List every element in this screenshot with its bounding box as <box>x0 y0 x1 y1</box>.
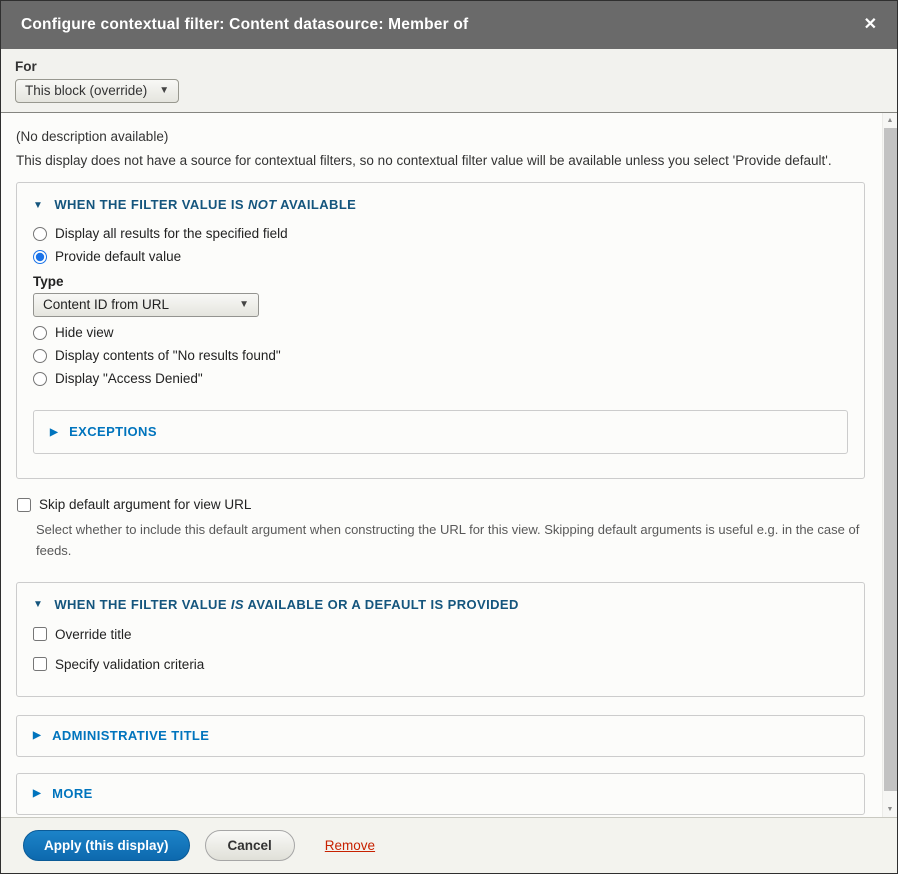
for-section: For This block (override) ▼ <box>1 49 897 113</box>
fieldset-administrative-title: ▶ ADMINISTRATIVE TITLE <box>16 715 865 757</box>
display-source-note: This display does not have a source for … <box>16 153 865 168</box>
cancel-button[interactable]: Cancel <box>205 830 295 861</box>
legend-text-prefix: WHEN THE FILTER VALUE IS <box>54 197 248 212</box>
radio-row-no-results: Display contents of "No results found" <box>33 348 848 363</box>
scrollbar[interactable]: ▲ ▼ <box>882 113 897 817</box>
legend-text: EXCEPTIONS <box>69 424 157 439</box>
legend-text: WHEN THE FILTER VALUE IS AVAILABLE OR A … <box>54 597 518 612</box>
radio-label[interactable]: Display "Access Denied" <box>55 371 203 386</box>
contextual-filter-dialog: Configure contextual filter: Content dat… <box>0 0 898 874</box>
checkbox-specify-validation[interactable] <box>33 657 47 671</box>
radio-row-provide-default: Provide default value <box>33 249 848 264</box>
checkbox-row-skip-default: Skip default argument for view URL <box>17 497 865 512</box>
radio-display-all-results[interactable] <box>33 227 47 241</box>
fieldset-administrative-title-legend[interactable]: ▶ ADMINISTRATIVE TITLE <box>33 728 848 743</box>
dialog-titlebar: Configure contextual filter: Content dat… <box>1 1 897 49</box>
radio-label[interactable]: Display contents of "No results found" <box>55 348 281 363</box>
checkbox-row-validation: Specify validation criteria <box>33 657 848 672</box>
close-icon[interactable]: ✕ <box>864 17 877 33</box>
dialog-footer: Apply (this display) Cancel Remove <box>1 817 897 873</box>
scroll-down-icon[interactable]: ▼ <box>883 802 897 817</box>
checkbox-override-title[interactable] <box>33 627 47 641</box>
chevron-collapsed-icon: ▶ <box>33 731 41 741</box>
scroll-up-icon[interactable]: ▲ <box>883 113 897 128</box>
fieldset-more-legend[interactable]: ▶ MORE <box>33 786 848 801</box>
type-select-value: Content ID from URL <box>43 297 169 312</box>
type-label: Type <box>33 274 848 289</box>
radio-row-display-all: Display all results for the specified fi… <box>33 226 848 241</box>
fieldset-exceptions: ▶ EXCEPTIONS <box>33 410 848 454</box>
fieldset-more: ▶ MORE <box>16 773 865 815</box>
dialog-body: (No description available) This display … <box>1 113 897 817</box>
apply-button[interactable]: Apply (this display) <box>23 830 190 861</box>
fieldset-available: ▼ WHEN THE FILTER VALUE IS AVAILABLE OR … <box>16 582 865 697</box>
fieldset-exceptions-legend[interactable]: ▶ EXCEPTIONS <box>50 424 831 439</box>
remove-link[interactable]: Remove <box>325 838 375 853</box>
checkbox-label[interactable]: Specify validation criteria <box>55 657 204 672</box>
legend-text: WHEN THE FILTER VALUE IS NOT AVAILABLE <box>54 197 356 212</box>
legend-text-suffix: AVAILABLE OR A DEFAULT IS PROVIDED <box>244 597 519 612</box>
chevron-collapsed-icon: ▶ <box>50 428 58 438</box>
for-select-value: This block (override) <box>25 83 147 98</box>
radio-no-results[interactable] <box>33 349 47 363</box>
for-label: For <box>15 59 877 74</box>
chevron-down-icon: ▼ <box>239 299 249 310</box>
radio-row-hide-view: Hide view <box>33 325 848 340</box>
chevron-collapsed-icon: ▶ <box>33 789 41 799</box>
skip-default-description: Select whether to include this default a… <box>36 519 865 562</box>
dialog-title: Configure contextual filter: Content dat… <box>21 16 468 34</box>
legend-text-suffix: AVAILABLE <box>277 197 357 212</box>
scrollbar-thumb[interactable] <box>884 128 897 791</box>
legend-text: MORE <box>52 786 93 801</box>
radio-row-access-denied: Display "Access Denied" <box>33 371 848 386</box>
chevron-expanded-icon: ▼ <box>33 600 43 610</box>
radio-label[interactable]: Provide default value <box>55 249 181 264</box>
legend-text: ADMINISTRATIVE TITLE <box>52 728 209 743</box>
radio-label[interactable]: Hide view <box>55 325 114 340</box>
radio-hide-view[interactable] <box>33 326 47 340</box>
checkbox-skip-default[interactable] <box>17 498 31 512</box>
checkbox-label[interactable]: Override title <box>55 627 132 642</box>
chevron-expanded-icon: ▼ <box>33 201 43 211</box>
radio-provide-default[interactable] <box>33 250 47 264</box>
legend-text-prefix: WHEN THE FILTER VALUE <box>54 597 231 612</box>
checkbox-row-override-title: Override title <box>33 627 848 642</box>
dialog-body-content: (No description available) This display … <box>1 113 897 815</box>
chevron-down-icon: ▼ <box>159 85 169 96</box>
legend-text-italic: IS <box>231 597 244 612</box>
skip-default-block: Skip default argument for view URL Selec… <box>17 497 865 562</box>
fieldset-not-available-legend[interactable]: ▼ WHEN THE FILTER VALUE IS NOT AVAILABLE <box>33 197 848 212</box>
fieldset-not-available: ▼ WHEN THE FILTER VALUE IS NOT AVAILABLE… <box>16 182 865 479</box>
radio-label[interactable]: Display all results for the specified fi… <box>55 226 288 241</box>
radio-access-denied[interactable] <box>33 372 47 386</box>
checkbox-label[interactable]: Skip default argument for view URL <box>39 497 251 512</box>
fieldset-available-legend[interactable]: ▼ WHEN THE FILTER VALUE IS AVAILABLE OR … <box>33 597 848 612</box>
no-description-text: (No description available) <box>16 129 865 144</box>
type-select[interactable]: Content ID from URL ▼ <box>33 293 259 317</box>
for-select[interactable]: This block (override) ▼ <box>15 79 179 103</box>
legend-text-italic: NOT <box>248 197 277 212</box>
